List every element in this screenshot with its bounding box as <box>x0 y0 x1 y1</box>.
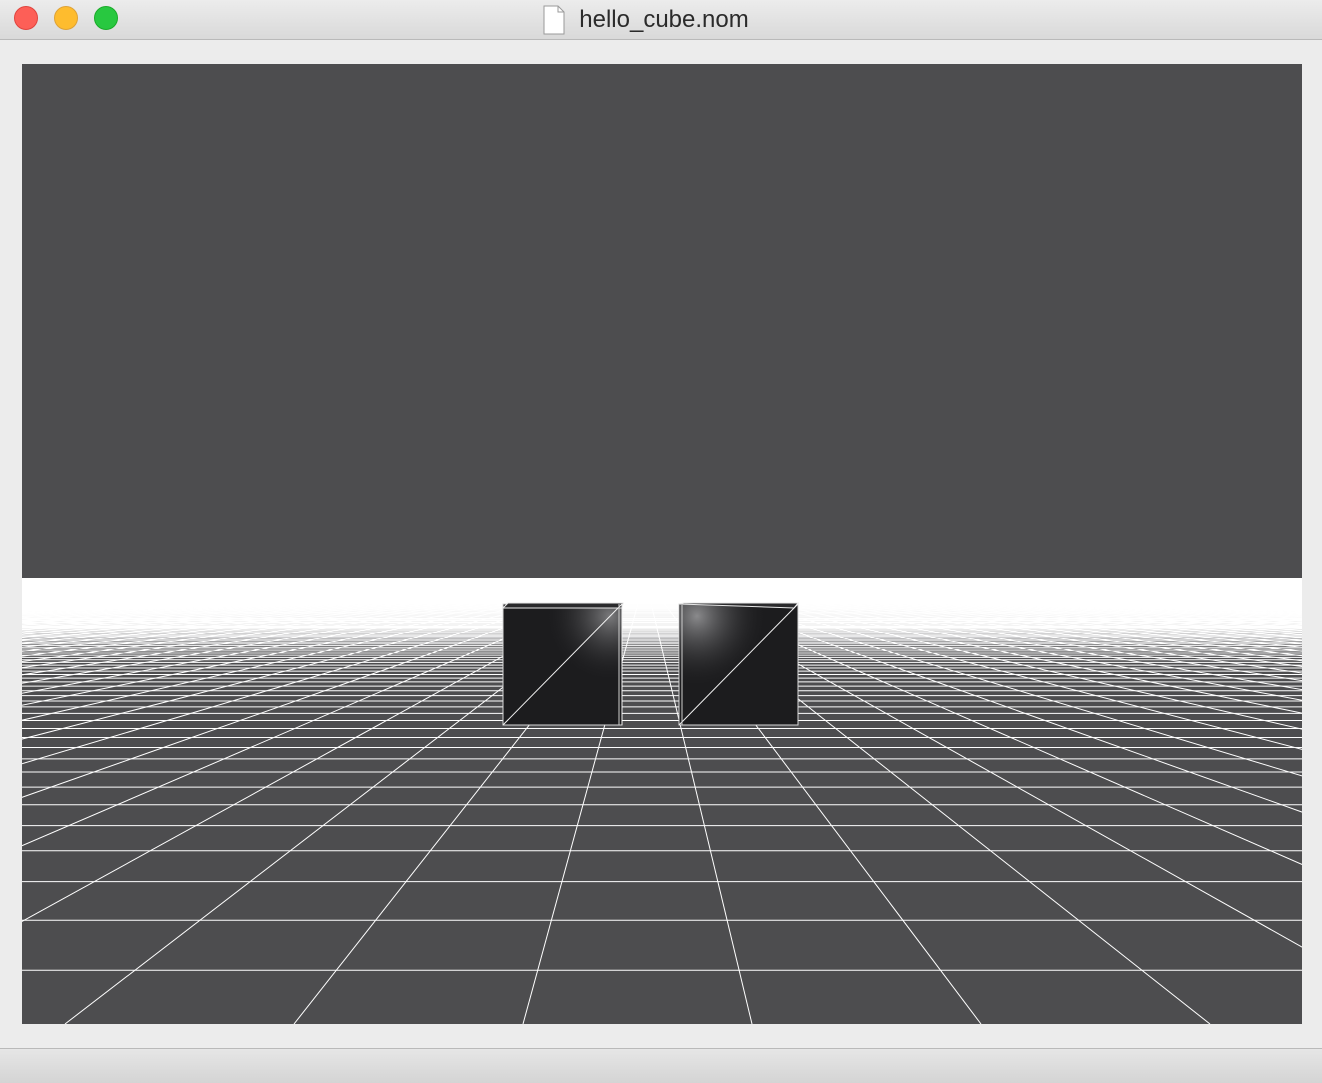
scene-canvas[interactable] <box>22 64 1302 1024</box>
grid-column-line <box>22 593 280 606</box>
grid-column-line <box>969 593 1302 611</box>
grid-column-line <box>870 593 1302 626</box>
grid-column-line <box>804 593 1302 645</box>
grid-column-line <box>730 593 1302 701</box>
grid-column-line <box>796 593 1302 648</box>
grid-column-line <box>1067 593 1302 604</box>
grid-column-line <box>22 593 288 607</box>
cube-left[interactable] <box>501 602 624 726</box>
grid-column-line <box>993 593 1302 609</box>
grid-column-line <box>22 593 526 662</box>
grid-column-line <box>22 593 419 623</box>
grid-column-line <box>22 593 493 644</box>
grid-column-line <box>22 593 518 657</box>
grid-column-line <box>22 593 411 622</box>
horizon-band <box>22 578 1302 594</box>
grid-column-line <box>22 593 271 606</box>
cube-right[interactable] <box>678 602 800 726</box>
grid-column-line <box>22 593 337 611</box>
grid-column-line <box>1026 593 1302 607</box>
grid-column-line <box>22 593 345 612</box>
title-container: hello_cube.nom <box>0 0 1322 39</box>
grid-column-line <box>829 593 1302 636</box>
grid-column-line <box>1117 593 1302 601</box>
grid-column-line <box>22 593 510 652</box>
grid-column-line <box>1059 593 1302 604</box>
floor-grid <box>22 578 1302 1024</box>
grid-column-line <box>22 593 304 608</box>
grid-column-line <box>714 593 1302 730</box>
grid-column-line <box>763 593 1302 667</box>
document-icon <box>543 5 565 34</box>
grid-column-line <box>22 593 354 613</box>
grid-column-line <box>22 593 387 617</box>
bottom-bar <box>0 1048 1322 1083</box>
grid-column-line <box>1010 593 1302 608</box>
app-window: hello_cube.nom <box>0 0 1322 1083</box>
grid-column-line <box>1125 593 1302 601</box>
grid-column-line <box>22 593 206 602</box>
grid-column-line <box>1075 593 1302 603</box>
grid-column-line <box>977 593 1302 611</box>
grid-column-line <box>22 593 370 615</box>
grid-column-line <box>862 593 1302 627</box>
grid-column-line <box>960 593 1302 612</box>
grid-column-line <box>837 593 1302 634</box>
grid-column-line <box>22 593 329 610</box>
grid-column-line <box>22 593 576 721</box>
grid-column-line <box>22 593 247 604</box>
minimize-button[interactable] <box>54 6 78 30</box>
grid-column-line <box>22 593 543 676</box>
title-bar[interactable]: hello_cube.nom <box>0 0 1322 40</box>
grid-column-line <box>22 593 378 616</box>
grid-column-line <box>985 593 1302 610</box>
grid-column-line <box>952 593 1302 613</box>
grid-column-line <box>788 593 1302 652</box>
grid-column-line <box>722 593 1302 714</box>
grid-column-line <box>780 593 1302 657</box>
grid-column-line <box>813 593 1302 642</box>
close-button[interactable] <box>14 6 38 30</box>
grid-column-line <box>1043 593 1302 605</box>
grid-column-line <box>22 593 362 614</box>
grid-column-line <box>821 593 1302 639</box>
grid-column-line <box>845 593 1302 631</box>
grid-column-line <box>1002 593 1302 608</box>
grid-column-line <box>1092 593 1302 602</box>
3d-viewport[interactable] <box>22 64 1302 1024</box>
grid-column-line <box>22 593 255 605</box>
grid-column-line <box>1051 593 1302 605</box>
grid-column-line <box>1108 593 1302 602</box>
grid-column-line <box>755 593 1302 674</box>
grid-column-line <box>944 593 1302 614</box>
grid-column-line <box>22 593 296 608</box>
grid-column-line <box>739 593 1302 691</box>
zoom-button[interactable] <box>94 6 118 30</box>
grid-column-line <box>22 593 551 684</box>
grid-column-line <box>22 593 214 602</box>
grid-column-line <box>22 593 502 648</box>
grid-column-line <box>878 593 1302 624</box>
grid-column-line <box>22 593 222 603</box>
window-title: hello_cube.nom <box>579 5 749 33</box>
